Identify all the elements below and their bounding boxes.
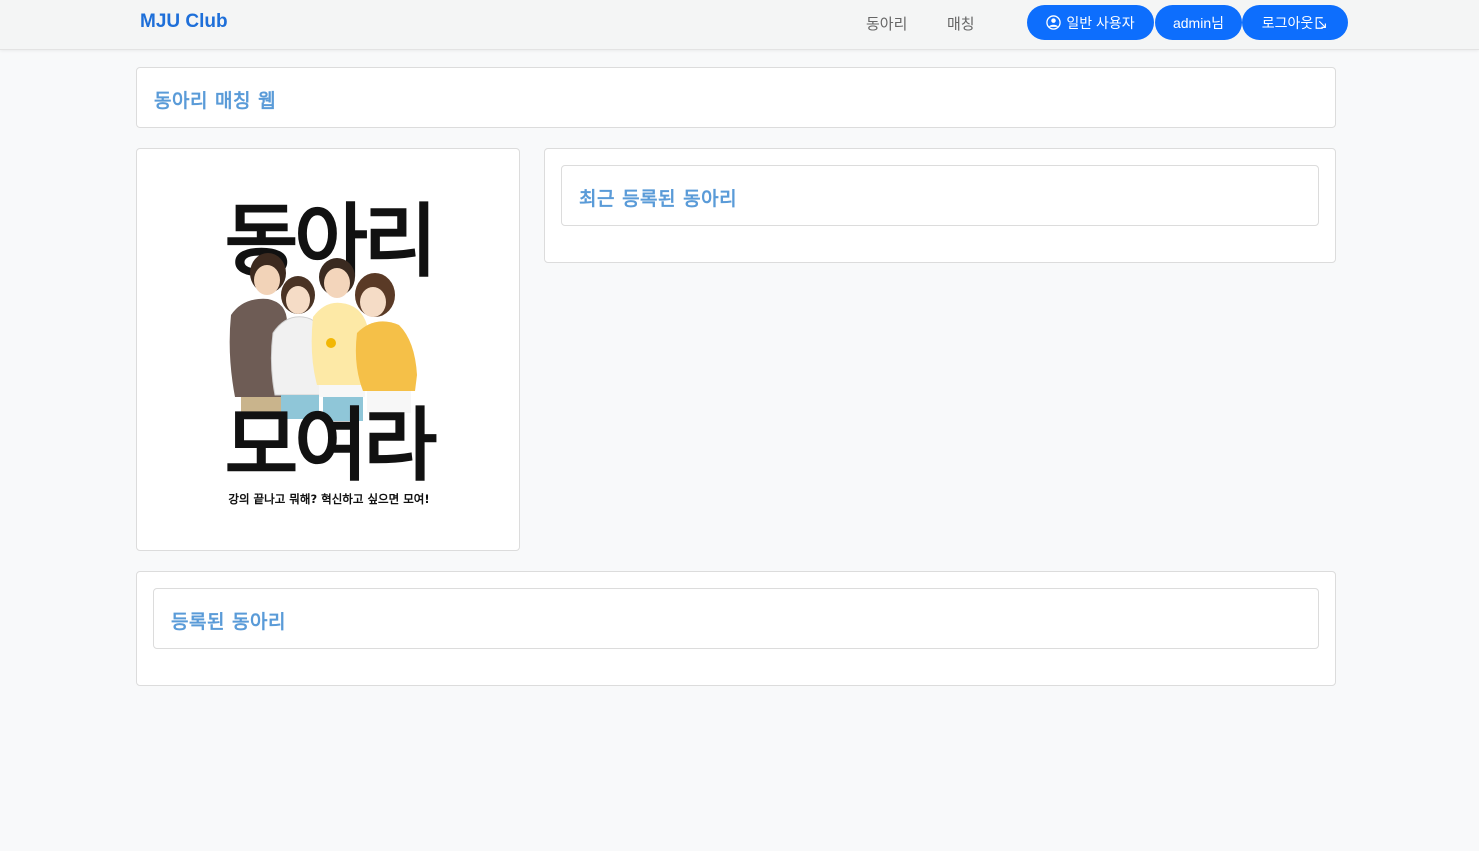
poster-headline-bottom: 모여라 bbox=[225, 399, 437, 492]
user-role-label: 일반 사용자 bbox=[1066, 14, 1135, 31]
box-arrow-right-icon bbox=[1314, 16, 1328, 30]
registered-clubs-title: 등록된 동아리 bbox=[171, 611, 286, 633]
brand-logo[interactable]: MJU Club bbox=[140, 11, 228, 33]
poster-tagline: 강의 끝나고 뭐해? 혁신하고 싶으면 모여! bbox=[228, 492, 429, 506]
logout-button[interactable]: 로그아웃 bbox=[1242, 5, 1348, 40]
logout-label: 로그아웃 bbox=[1261, 14, 1314, 31]
username-label: admin님 bbox=[1172, 14, 1224, 31]
username-button[interactable]: admin님 bbox=[1155, 5, 1242, 40]
nav-link-matching[interactable]: 매칭 bbox=[947, 13, 975, 34]
registered-clubs-header: 등록된 동아리 bbox=[153, 588, 1319, 649]
recent-clubs-title: 최근 등록된 동아리 bbox=[579, 188, 738, 210]
nav-link-clubs[interactable]: 동아리 bbox=[866, 13, 907, 34]
registered-clubs-card: 등록된 동아리 bbox=[136, 571, 1336, 686]
user-role-button[interactable]: 일반 사용자 bbox=[1027, 5, 1154, 40]
person-circle-icon bbox=[1046, 15, 1062, 30]
club-poster-image: 동아리 모여라 강의 끝나고 뭐해? 혁신하고 싶으면 모여! bbox=[153, 165, 503, 535]
recent-clubs-card: 최근 등록된 동아리 bbox=[544, 148, 1336, 263]
page-title: 동아리 매칭 웹 bbox=[154, 90, 277, 112]
navbar: MJU Club 동아리 매칭 일반 사용자 admin님 로그아웃 bbox=[0, 0, 1479, 50]
header-card: 동아리 매칭 웹 bbox=[136, 67, 1336, 128]
poster-card: 동아리 모여라 강의 끝나고 뭐해? 혁신하고 싶으면 모여! bbox=[136, 148, 520, 551]
recent-clubs-header: 최근 등록된 동아리 bbox=[561, 165, 1319, 226]
